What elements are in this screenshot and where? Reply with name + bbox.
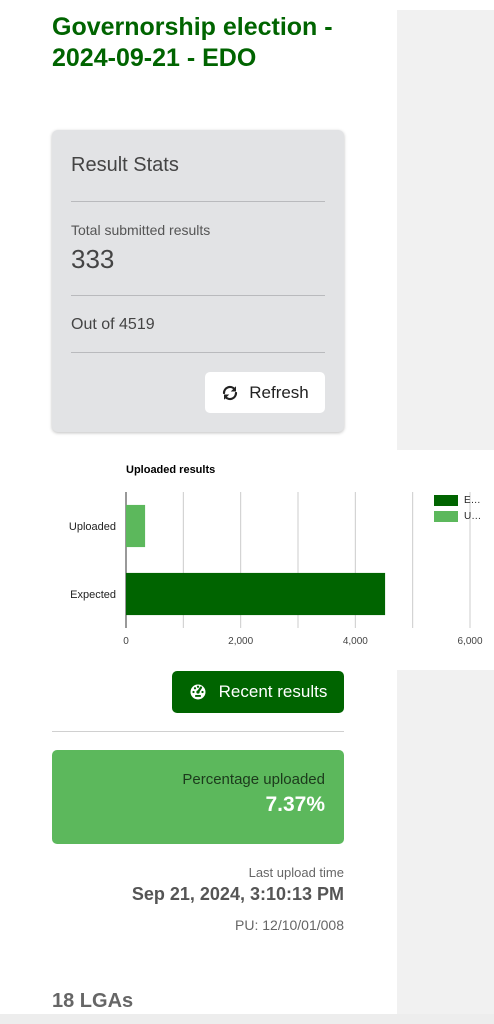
stats-title: Result Stats: [71, 154, 179, 176]
divider: [71, 201, 325, 202]
x-tick-label: 0: [123, 636, 129, 647]
last-upload-time: Sep 21, 2024, 3:10:13 PM: [131, 884, 344, 904]
lga-count: 18 LGAs: [52, 990, 134, 1012]
recent-results-button[interactable]: Recent results: [172, 671, 344, 713]
last-upload-label: Last upload time: [248, 865, 344, 880]
percentage-label: Percentage uploaded: [182, 771, 325, 788]
total-submitted-value: 333: [71, 244, 115, 274]
bottom-strip: [0, 1014, 494, 1024]
total-submitted-label: Total submitted results: [71, 222, 211, 238]
legend-label: E…: [464, 494, 481, 506]
percentage-value: 7.37%: [265, 793, 325, 816]
chart-legend: E… U…: [434, 492, 481, 524]
x-tick-label: 2,000: [228, 636, 253, 647]
refresh-icon: [223, 385, 238, 400]
uploaded-results-chart: Uploaded results 0 2,000 4,000 6,000 Uploade…: [0, 450, 494, 670]
divider: [71, 352, 325, 353]
refresh-button[interactable]: Refresh: [205, 372, 325, 413]
y-category-label: Uploaded: [69, 521, 116, 533]
result-stats-card: Result Stats Total submitted results 333…: [52, 130, 344, 432]
side-panel: [397, 10, 494, 450]
page-title: Governorship election - 2024-09-21 - EDO: [52, 13, 333, 72]
legend-label: U…: [464, 510, 482, 522]
x-tick-label: 4,000: [343, 636, 368, 647]
legend-swatch: [434, 510, 458, 522]
legend-item: U…: [434, 508, 481, 524]
bar-expected: [126, 572, 386, 616]
divider: [52, 731, 344, 732]
out-of-total: Out of 4519: [71, 316, 155, 333]
side-panel-lower: [397, 670, 494, 1015]
refresh-label: Refresh: [249, 382, 309, 402]
divider: [71, 295, 325, 296]
chart-plot: 0 2,000 4,000 6,000 Uploaded Expected: [69, 492, 483, 647]
percentage-uploaded-card: Percentage uploaded 7.37%: [52, 750, 344, 844]
x-tick-label: 6,000: [457, 636, 482, 647]
dashboard-icon: [190, 684, 206, 700]
y-category-label: Expected: [70, 589, 116, 601]
legend-item: E…: [434, 492, 481, 508]
bar-uploaded: [126, 504, 146, 548]
recent-results-label: Recent results: [218, 682, 328, 701]
polling-unit-code: PU: 12/10/01/008: [235, 917, 344, 933]
legend-swatch: [434, 494, 458, 506]
